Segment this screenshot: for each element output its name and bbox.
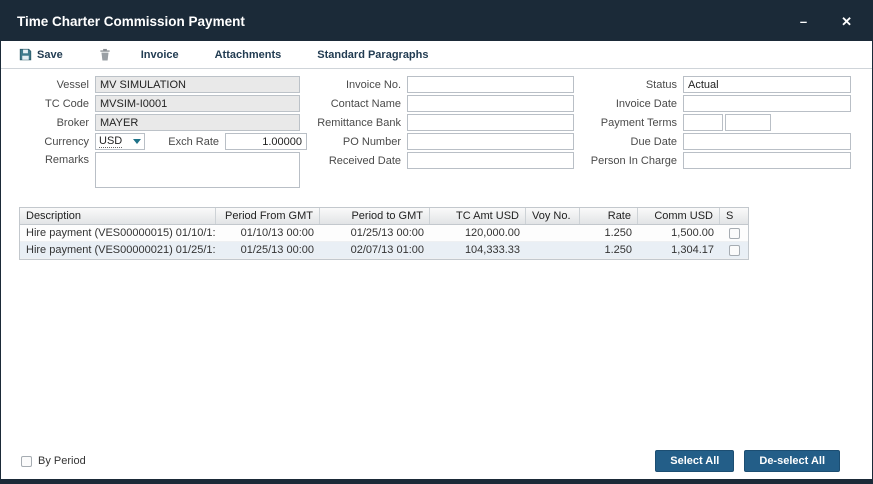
table-row[interactable]: Hire payment (VES00000015) 01/10/1: 01/1… bbox=[20, 225, 748, 242]
invoice-no-label: Invoice No. bbox=[309, 79, 407, 91]
hire-payments-table: Description Period From GMT Period to GM… bbox=[19, 207, 749, 260]
received-date-label: Received Date bbox=[309, 155, 407, 167]
payment-terms-input-1[interactable] bbox=[683, 114, 723, 131]
broker-label: Broker bbox=[7, 117, 95, 129]
window-controls: – ✕ bbox=[800, 15, 856, 28]
contact-name-label: Contact Name bbox=[309, 98, 407, 110]
broker-field[interactable]: MAYER bbox=[95, 114, 300, 131]
footer-buttons: Select All De-select All bbox=[655, 450, 840, 472]
table-row[interactable]: Hire payment (VES00000021) 01/25/1: 01/2… bbox=[20, 242, 748, 259]
by-period-option[interactable]: By Period bbox=[21, 455, 86, 467]
exch-rate-label: Exch Rate bbox=[145, 136, 225, 148]
select-all-button[interactable]: Select All bbox=[655, 450, 734, 472]
invoice-date-input[interactable] bbox=[683, 95, 851, 112]
payment-terms-input-2[interactable] bbox=[725, 114, 771, 131]
status-label: Status bbox=[579, 79, 683, 91]
cell-comm: 1,304.17 bbox=[638, 242, 720, 258]
currency-combobox[interactable]: USD bbox=[95, 133, 145, 150]
by-period-checkbox[interactable] bbox=[21, 456, 32, 467]
table-header-row: Description Period From GMT Period to GM… bbox=[20, 208, 748, 225]
window-title: Time Charter Commission Payment bbox=[17, 14, 245, 29]
form-column-middle: Invoice No. Contact Name Remittance Bank… bbox=[309, 76, 579, 171]
form-column-right: Status Invoice Date Payment Terms Due Da… bbox=[579, 76, 856, 171]
due-date-input[interactable] bbox=[683, 133, 851, 150]
person-in-charge-label: Person In Charge bbox=[579, 155, 683, 167]
remittance-bank-label: Remittance Bank bbox=[309, 117, 407, 129]
col-header-comm[interactable]: Comm USD bbox=[638, 208, 720, 224]
po-number-input[interactable] bbox=[407, 133, 574, 150]
cell-period-to: 01/25/13 00:00 bbox=[320, 225, 430, 241]
cell-rate: 1.250 bbox=[580, 242, 638, 258]
col-header-period-from[interactable]: Period From GMT bbox=[216, 208, 320, 224]
close-button[interactable]: ✕ bbox=[841, 15, 852, 28]
trash-icon bbox=[99, 48, 111, 61]
cell-tc-amt: 120,000.00 bbox=[430, 225, 526, 241]
contact-name-input[interactable] bbox=[407, 95, 574, 112]
invoice-no-input[interactable] bbox=[407, 76, 574, 93]
standard-paragraphs-button[interactable]: Standard Paragraphs bbox=[317, 49, 428, 61]
invoice-date-label: Invoice Date bbox=[579, 98, 683, 110]
cell-voy-no bbox=[526, 225, 580, 241]
minimize-button[interactable]: – bbox=[800, 15, 807, 28]
toolbar: Save Invoice Attachments Standard Paragr… bbox=[1, 41, 872, 69]
col-header-rate[interactable]: Rate bbox=[580, 208, 638, 224]
exch-rate-input[interactable] bbox=[225, 133, 307, 150]
cell-tc-amt: 104,333.33 bbox=[430, 242, 526, 258]
col-header-voy-no[interactable]: Voy No. bbox=[526, 208, 580, 224]
cell-period-from: 01/25/13 00:00 bbox=[216, 242, 320, 258]
person-in-charge-input[interactable] bbox=[683, 152, 851, 169]
by-period-label: By Period bbox=[38, 455, 86, 467]
status-input[interactable] bbox=[683, 76, 851, 93]
col-header-tc-amt[interactable]: TC Amt USD bbox=[430, 208, 526, 224]
delete-button[interactable] bbox=[99, 48, 111, 61]
save-label: Save bbox=[37, 49, 63, 61]
cell-rate: 1.250 bbox=[580, 225, 638, 241]
col-header-period-to[interactable]: Period to GMT bbox=[320, 208, 430, 224]
due-date-label: Due Date bbox=[579, 136, 683, 148]
tc-code-label: TC Code bbox=[7, 98, 95, 110]
remarks-label: Remarks bbox=[7, 152, 95, 166]
row-select-checkbox[interactable] bbox=[729, 245, 740, 256]
tc-code-field[interactable]: MVSIM-I0001 bbox=[95, 95, 300, 112]
payment-terms-label: Payment Terms bbox=[579, 117, 683, 129]
currency-value: USD bbox=[99, 135, 122, 148]
cell-period-to: 02/07/13 01:00 bbox=[320, 242, 430, 258]
vessel-label: Vessel bbox=[7, 79, 95, 91]
vessel-field[interactable]: MV SIMULATION bbox=[95, 76, 300, 93]
remarks-textarea[interactable] bbox=[95, 152, 300, 188]
po-number-label: PO Number bbox=[309, 136, 407, 148]
remittance-bank-input[interactable] bbox=[407, 114, 574, 131]
invoice-button[interactable]: Invoice bbox=[141, 49, 179, 61]
col-header-description[interactable]: Description bbox=[20, 208, 216, 224]
deselect-all-button[interactable]: De-select All bbox=[744, 450, 840, 472]
time-charter-commission-payment-dialog: Time Charter Commission Payment – ✕ Save… bbox=[0, 0, 873, 484]
save-button[interactable]: Save bbox=[19, 48, 63, 61]
save-icon bbox=[19, 48, 32, 61]
currency-label: Currency bbox=[7, 136, 95, 148]
cell-period-from: 01/10/13 00:00 bbox=[216, 225, 320, 241]
form-column-left: Vessel MV SIMULATION TC Code MVSIM-I0001… bbox=[7, 76, 307, 190]
chevron-down-icon bbox=[133, 139, 141, 144]
col-header-select[interactable]: S bbox=[720, 208, 748, 224]
row-select-checkbox[interactable] bbox=[729, 228, 740, 239]
form-area: Vessel MV SIMULATION TC Code MVSIM-I0001… bbox=[1, 76, 872, 194]
title-bar: Time Charter Commission Payment – ✕ bbox=[1, 1, 872, 41]
cell-comm: 1,500.00 bbox=[638, 225, 720, 241]
cell-description: Hire payment (VES00000021) 01/25/1: bbox=[20, 242, 216, 258]
footer: By Period Select All De-select All bbox=[1, 450, 872, 472]
received-date-input[interactable] bbox=[407, 152, 574, 169]
cell-voy-no bbox=[526, 242, 580, 258]
attachments-button[interactable]: Attachments bbox=[215, 49, 282, 61]
cell-description: Hire payment (VES00000015) 01/10/1: bbox=[20, 225, 216, 241]
